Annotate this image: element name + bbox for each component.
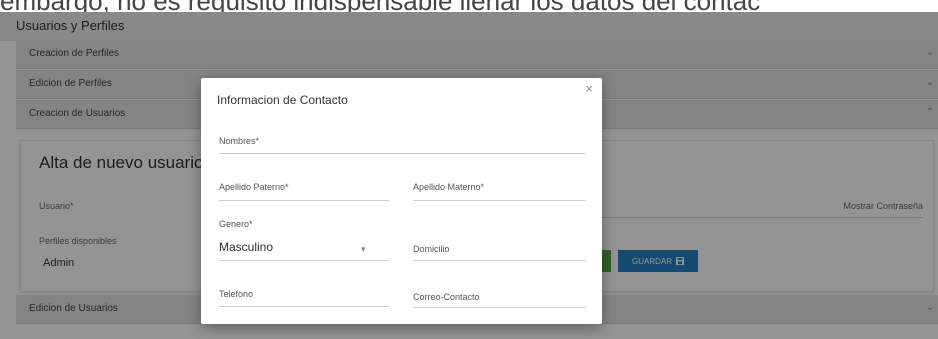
telefono-label: Telefono [219, 289, 254, 299]
domicilio-input[interactable] [413, 260, 586, 261]
contact-info-modal: Informacion de Contacto × Nombres* Apell… [201, 78, 602, 324]
apellido-paterno-label: Apellido Paterno* [219, 182, 289, 192]
modal-title: Informacion de Contacto [217, 93, 348, 107]
nombres-label: Nombres* [219, 136, 260, 146]
correo-label: Correo-Contacto [413, 292, 480, 302]
apellido-materno-label: Apellido Materno* [413, 182, 485, 192]
caption-text: embargo, no es requisito indispensable l… [0, 0, 938, 12]
genero-label: Genero* [219, 219, 253, 229]
apellido-materno-input[interactable] [413, 200, 586, 201]
close-icon[interactable]: × [585, 81, 593, 96]
genero-select[interactable]: Masculino [219, 240, 273, 254]
caret-down-icon[interactable]: ▾ [361, 244, 366, 255]
nombres-input[interactable] [219, 153, 586, 154]
correo-input[interactable] [413, 307, 586, 308]
domicilio-label: Domicilio [413, 244, 450, 254]
telefono-input[interactable] [219, 306, 389, 307]
apellido-paterno-input[interactable] [219, 200, 389, 201]
genero-underline [219, 260, 389, 261]
